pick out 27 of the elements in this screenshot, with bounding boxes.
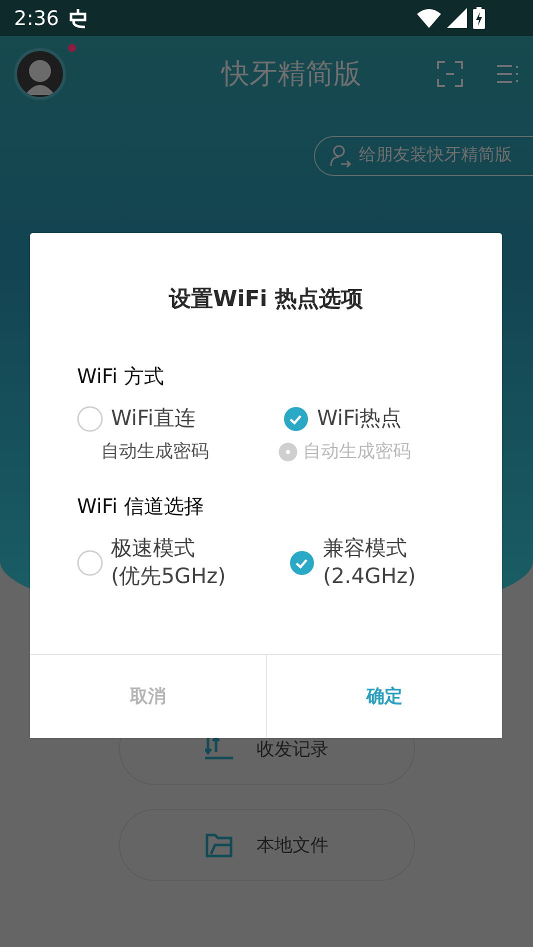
radio-button[interactable]	[77, 550, 103, 576]
invite-button[interactable]: 给朋友装快牙精简版	[314, 136, 533, 176]
section-heading: WiFi 信道选择	[76, 493, 205, 520]
radio-button[interactable]	[283, 406, 309, 432]
signal-icon	[447, 8, 467, 28]
app-title: 快牙精简版	[220, 56, 362, 92]
option-label: 极速模式 (优先5GHz)	[111, 535, 226, 590]
avatar-icon	[14, 48, 66, 100]
option-label: WiFi直连	[111, 405, 196, 432]
battery-icon	[473, 7, 485, 29]
wifi-icon	[417, 8, 441, 28]
local-files-button[interactable]: 本地文件	[118, 809, 414, 881]
option-label: 兼容模式 (2.4GHz)	[323, 535, 416, 590]
confirm-button[interactable]: 确定	[266, 655, 502, 738]
option-label: WiFi热点	[317, 405, 402, 432]
status-time: 2:36	[14, 5, 59, 32]
menu-icon[interactable]	[497, 63, 519, 85]
option-hint: 自动生成密码	[303, 440, 411, 464]
radio-button[interactable]	[77, 406, 103, 432]
dialog-title: 设置WiFi 热点选项	[168, 286, 364, 314]
option-hint: 自动生成密码	[101, 440, 209, 464]
person-arrow-icon	[329, 144, 351, 168]
folder-icon	[204, 832, 232, 858]
scan-icon[interactable]	[437, 61, 463, 87]
transfer-icon	[204, 736, 232, 762]
radio-button[interactable]	[289, 550, 315, 576]
section-heading: WiFi 方式	[76, 363, 165, 390]
